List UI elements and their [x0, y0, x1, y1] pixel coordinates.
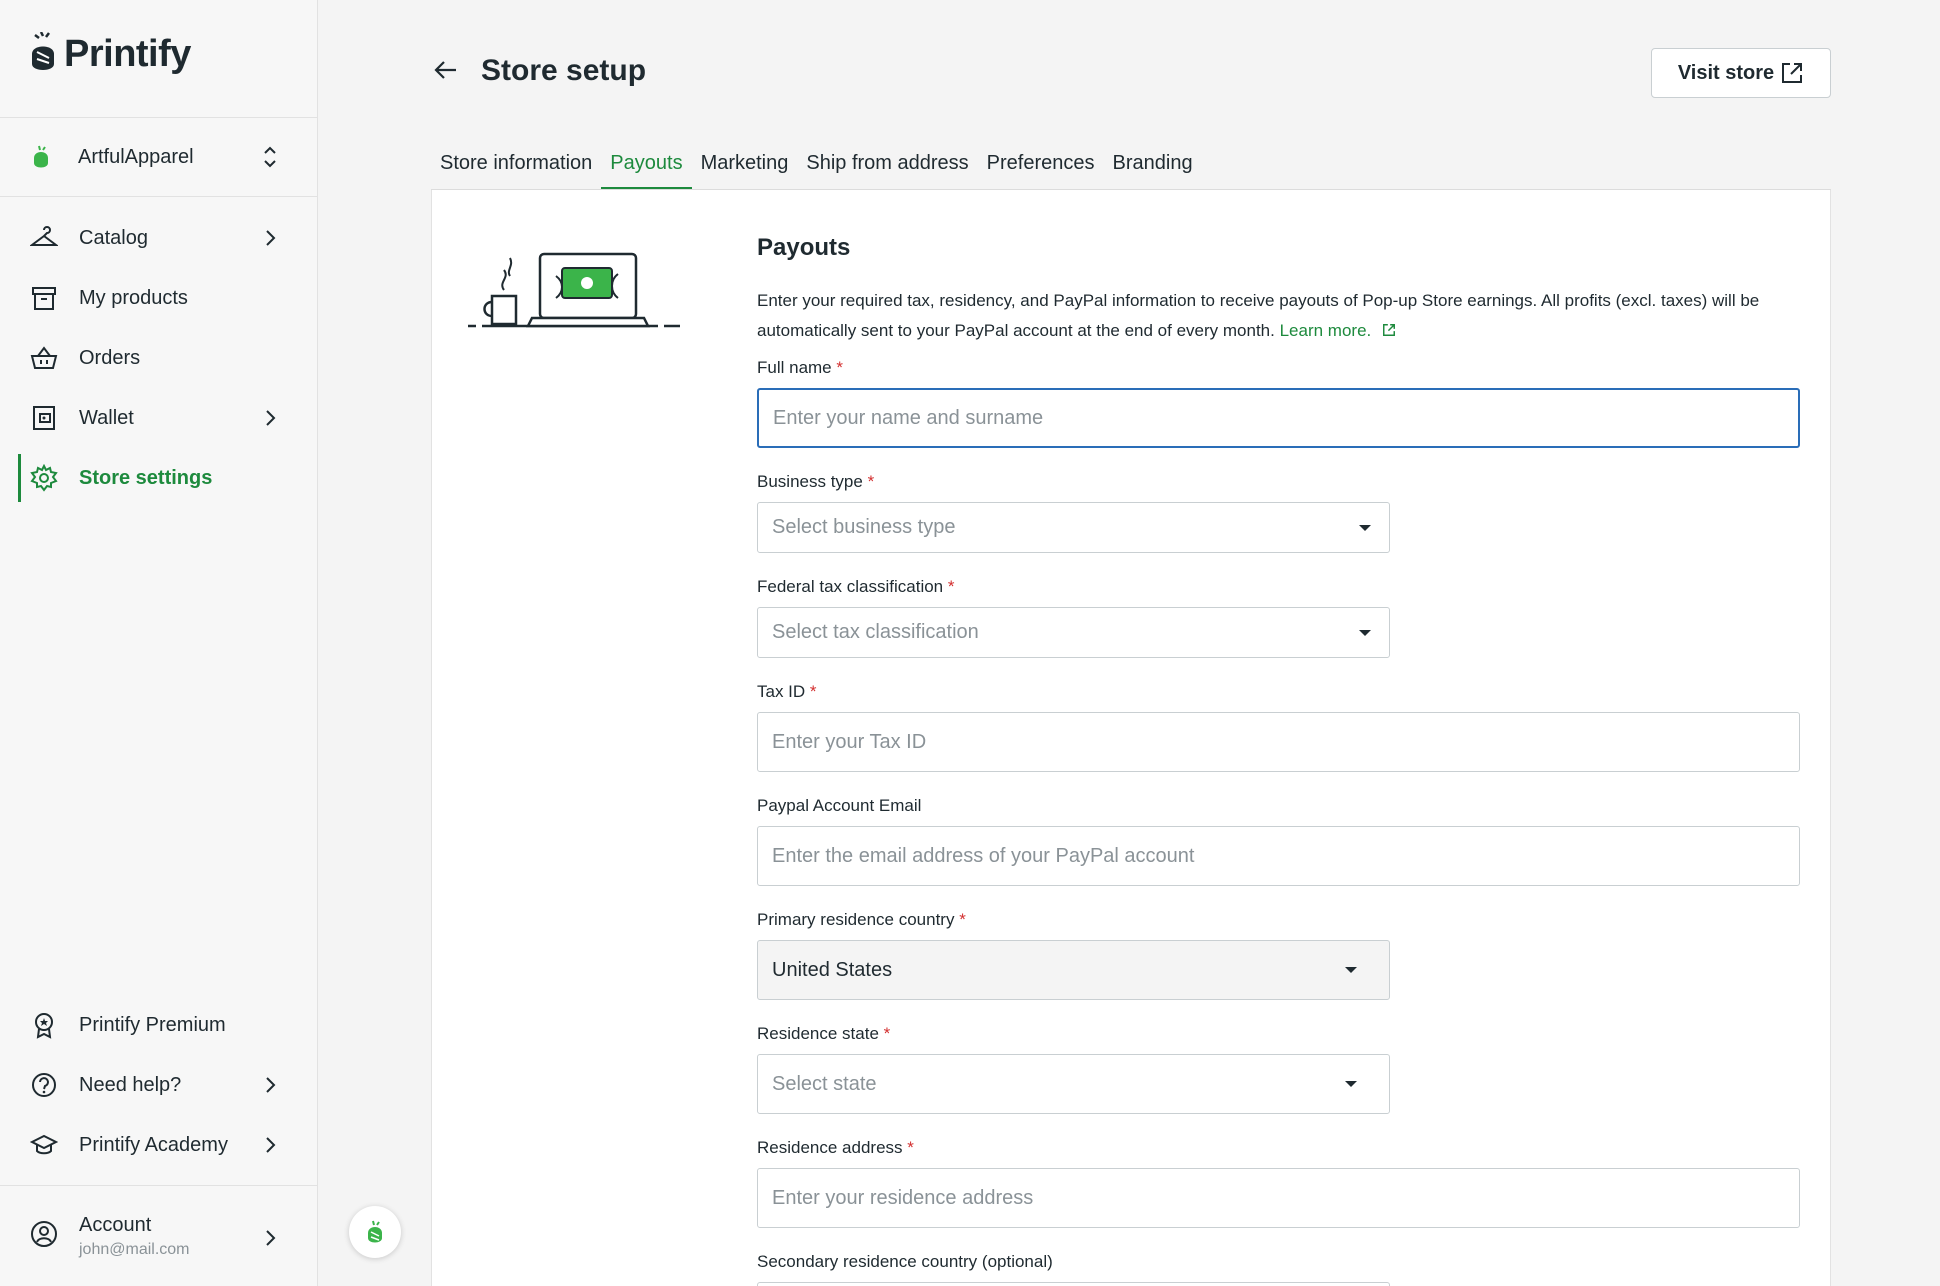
main-nav: Catalog My products Orders Wallet Store … — [0, 208, 318, 508]
description-text: Enter your required tax, residency, and … — [757, 291, 1760, 340]
external-link-icon — [1782, 63, 1803, 83]
placeholder: Select tax classification — [772, 621, 979, 643]
nav-label: Printify Academy — [79, 1133, 228, 1156]
nav-label: Catalog — [79, 226, 148, 249]
paypal-email-input[interactable]: Enter the email address of your PayPal a… — [757, 826, 1800, 886]
nav-item-catalog[interactable]: Catalog — [0, 208, 318, 268]
nav-item-printify-academy[interactable]: Printify Academy — [0, 1115, 318, 1175]
tab-store-information[interactable]: Store information — [431, 150, 601, 190]
residence-state-select[interactable]: Select state — [757, 1054, 1390, 1114]
chevron-right-icon — [266, 230, 276, 246]
nav-label: Store settings — [79, 466, 213, 489]
chevron-right-icon — [266, 1137, 276, 1153]
residence-state-label: Residence state * — [757, 1024, 891, 1043]
tab-marketing[interactable]: Marketing — [692, 150, 798, 190]
printify-logo[interactable]: Printify — [28, 32, 191, 76]
residence-address-label: Residence address * — [757, 1138, 914, 1157]
secondary-country-label: Secondary residence country (optional) — [757, 1252, 1053, 1271]
secondary-country-select[interactable] — [757, 1282, 1390, 1286]
caret-down-icon — [1359, 524, 1371, 531]
box-icon — [30, 284, 58, 312]
gear-icon — [30, 464, 58, 492]
graduation-cap-icon — [30, 1131, 58, 1159]
residence-country-select[interactable]: United States — [757, 940, 1390, 1000]
caret-down-icon — [1345, 1081, 1357, 1087]
back-arrow-icon[interactable] — [430, 54, 462, 86]
full-name-input[interactable]: Enter your name and surname — [757, 388, 1800, 448]
brand-name: Printify — [64, 32, 191, 75]
page-title: Store setup — [481, 54, 647, 87]
nav-item-orders[interactable]: Orders — [0, 328, 318, 388]
tab-ship-from-address[interactable]: Ship from address — [797, 150, 977, 190]
nav-item-printify-premium[interactable]: Printify Premium — [0, 995, 318, 1055]
account-label: Account — [79, 1213, 152, 1236]
selected-value: United States — [772, 958, 893, 981]
store-switcher[interactable]: ArtfulApparel — [0, 118, 318, 196]
hanger-icon — [30, 224, 58, 252]
paypal-email-label: Paypal Account Email — [757, 796, 922, 815]
account-menu[interactable]: Account john@mail.com — [0, 1186, 318, 1286]
business-type-label: Business type * — [757, 472, 875, 491]
full-name-label: Full name * — [757, 358, 843, 377]
placeholder: Select state — [772, 1072, 877, 1095]
settings-tabs: Store information Payouts Marketing Ship… — [431, 150, 1202, 190]
chevron-updown-icon — [264, 146, 276, 168]
support-chat-button[interactable] — [349, 1206, 401, 1258]
caret-down-icon — [1359, 629, 1371, 636]
placeholder: Enter your name and surname — [773, 406, 1044, 429]
visit-store-label: Visit store — [1677, 61, 1775, 84]
caret-down-icon — [1345, 967, 1357, 973]
chevron-right-icon — [266, 410, 276, 426]
business-type-select[interactable]: Select business type — [757, 502, 1390, 553]
store-name: ArtfulApparel — [78, 145, 194, 168]
placeholder: Enter the email address of your PayPal a… — [772, 844, 1195, 867]
nav-label: My products — [79, 286, 188, 309]
sidebar: Printify ArtfulApparel Catalog My produc… — [0, 0, 318, 1286]
placeholder: Enter your Tax ID — [772, 730, 927, 753]
basket-icon — [30, 344, 58, 372]
tax-classification-label: Federal tax classification * — [757, 577, 955, 596]
nav-item-need-help[interactable]: Need help? — [0, 1055, 318, 1115]
placeholder: Select business type — [772, 516, 956, 538]
visit-store-button[interactable]: Visit store — [1651, 48, 1831, 98]
residence-country-label: Primary residence country * — [757, 910, 966, 929]
nav-label: Printify Premium — [79, 1013, 226, 1036]
secondary-nav: Printify Premium Need help? Printify Aca… — [0, 995, 318, 1175]
store-avatar-icon — [34, 145, 48, 168]
laptop-payout-illustration — [468, 252, 680, 328]
nav-item-store-settings[interactable]: Store settings — [0, 448, 318, 508]
payouts-form: Payouts Enter your required tax, residen… — [757, 234, 1800, 1286]
tab-payouts[interactable]: Payouts — [601, 150, 692, 190]
nav-label: Wallet — [79, 406, 134, 429]
account-email: john@mail.com — [79, 1240, 190, 1258]
help-icon — [30, 1071, 58, 1099]
printify-logo-icon — [32, 32, 54, 70]
nav-label: Orders — [79, 346, 141, 369]
chevron-right-icon — [266, 1077, 276, 1093]
nav-label: Need help? — [79, 1073, 182, 1096]
nav-item-wallet[interactable]: Wallet — [0, 388, 318, 448]
user-circle-icon — [30, 1220, 58, 1253]
tab-preferences[interactable]: Preferences — [978, 150, 1104, 190]
section-title: Payouts — [757, 234, 851, 261]
payouts-description: Enter your required tax, residency, and … — [757, 286, 1800, 346]
learn-more-label: Learn more. — [1279, 321, 1372, 340]
external-link-icon — [1383, 324, 1395, 336]
placeholder: Enter your residence address — [772, 1186, 1034, 1209]
nav-item-my-products[interactable]: My products — [0, 268, 318, 328]
chevron-right-icon — [266, 1230, 276, 1246]
payouts-panel: Payouts Enter your required tax, residen… — [431, 190, 1831, 1286]
tax-id-input[interactable]: Enter your Tax ID — [757, 712, 1800, 772]
wallet-icon — [30, 404, 58, 432]
learn-more-link[interactable]: Learn more. — [1280, 321, 1396, 340]
badge-icon — [30, 1011, 58, 1039]
tax-classification-select[interactable]: Select tax classification — [757, 607, 1390, 658]
tax-id-label: Tax ID * — [757, 682, 817, 701]
tab-branding[interactable]: Branding — [1104, 150, 1202, 190]
residence-address-input[interactable]: Enter your residence address — [757, 1168, 1800, 1228]
printify-mascot-icon — [368, 1220, 382, 1243]
